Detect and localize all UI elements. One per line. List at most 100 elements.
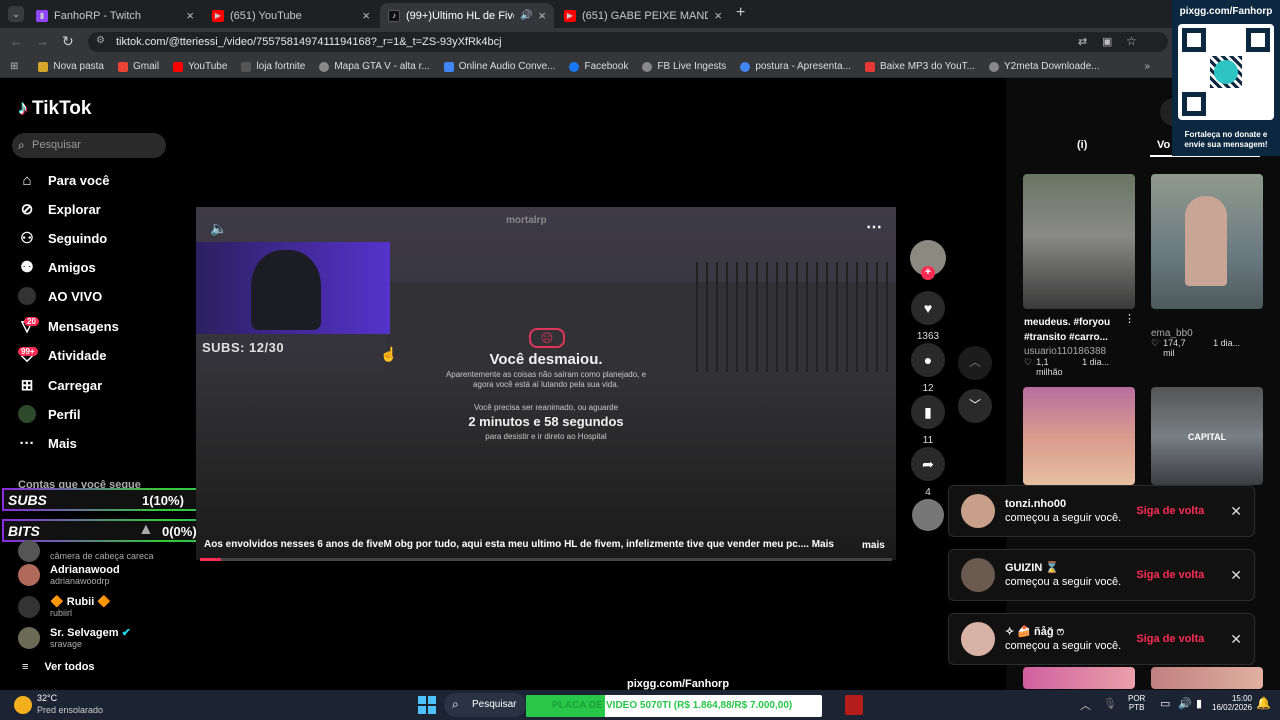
nav-profile[interactable]: Perfil [18, 405, 81, 423]
tab-youtube[interactable]: ▶ (651) YouTube × [204, 3, 378, 28]
death-text: Aparentemente as coisas não saíram como … [445, 370, 647, 379]
tab-youtube-2[interactable]: ▶ (651) GABE PEIXE MANDA A RE × [556, 3, 730, 28]
network-icon[interactable]: ▭ [1160, 697, 1170, 710]
video-thumbnail[interactable]: CAPITAL [1151, 387, 1263, 485]
battery-icon[interactable]: ▮ [1196, 697, 1202, 710]
followed-account[interactable]: 🔶 Rubii 🔶 rubiirl [18, 595, 111, 618]
bookmark[interactable]: Mapa GTA V - alta r... [319, 61, 430, 72]
follow-plus-icon[interactable]: + [921, 266, 935, 280]
follow-back-button[interactable]: Siga de volta [1136, 569, 1204, 581]
reload-icon[interactable]: ↻ [62, 33, 74, 50]
nav-live[interactable]: AO VIVO [18, 287, 102, 305]
taskbar-search[interactable]: ⌕ Pesquisar [444, 693, 526, 717]
next-video-button[interactable]: ﹀ [958, 389, 992, 423]
notification-bell-icon[interactable]: 🔔 [1256, 696, 1271, 710]
app-icon[interactable] [845, 695, 863, 715]
nav-upload[interactable]: ⊞ Carregar [18, 376, 103, 394]
bookmark-action[interactable]: ▮ 11 [910, 395, 946, 446]
search-input[interactable]: ⌕ Pesquisar [12, 133, 166, 158]
translate-icon[interactable]: ⇄ [1078, 35, 1087, 48]
address-bar[interactable]: ⚙ tiktok.com/@tteriessi_/video/755758149… [88, 32, 1168, 52]
speaker-icon[interactable]: 🔊 [520, 10, 532, 21]
tab-tiktok-active[interactable]: ♪ (99+)Último HL de FiveM a 🔊 × [380, 3, 554, 28]
account-name: Sr. Selvagem [50, 627, 119, 639]
apps-icon[interactable]: ⊞ [10, 61, 18, 72]
language-indicator[interactable]: POR PTB [1128, 694, 1145, 712]
follow-back-button[interactable]: Siga de volta [1136, 633, 1204, 645]
tab-search-button[interactable]: ⌄ [8, 6, 24, 22]
video-thumbnail[interactable] [1151, 667, 1263, 689]
youtube-icon: ▶ [212, 9, 224, 22]
close-icon[interactable]: × [538, 8, 546, 23]
install-icon[interactable]: ▣ [1102, 35, 1112, 48]
nav-more[interactable]: ··· Mais [18, 434, 77, 452]
chevron-up-icon[interactable]: ︿ [1080, 697, 1091, 713]
nav-label: Para você [48, 172, 110, 188]
nav-for-you[interactable]: ⌂ Para você [18, 171, 109, 189]
folder-icon [38, 61, 49, 72]
globe-icon [989, 61, 1000, 72]
site-info-icon[interactable]: ⚙ [96, 35, 105, 46]
video-progress-track[interactable] [200, 558, 892, 561]
bookmark[interactable]: Nova pasta [38, 61, 104, 72]
clock[interactable]: 15:00 16/02/2026 [1212, 694, 1252, 712]
bookmark[interactable]: YouTube [173, 61, 227, 72]
follow-back-button[interactable]: Siga de volta [1136, 505, 1204, 517]
forward-icon[interactable]: → [36, 34, 49, 49]
panel-tab-videos[interactable]: Vo [1157, 139, 1170, 151]
bookmark[interactable]: postura - Apresenta... [740, 61, 851, 72]
close-icon[interactable]: × [362, 8, 370, 23]
close-icon[interactable]: ✕ [1230, 567, 1242, 584]
bookmark[interactable]: Gmail [117, 61, 159, 72]
comment-action[interactable]: ● 12 [910, 343, 946, 394]
microphone-icon[interactable]: 🎙 [1103, 697, 1117, 710]
bookmark-label: loja fortnite [256, 61, 306, 72]
video-player[interactable]: SUBS: 12/30 mortalrp 🔈 ⋯ ☹ Você desmaiou… [196, 207, 896, 560]
close-icon[interactable]: × [186, 8, 194, 23]
nav-friends[interactable]: ⚉ Amigos [18, 258, 95, 276]
share-action[interactable]: ➦ 4 [910, 447, 946, 498]
like-action[interactable]: ♥ 1363 [910, 291, 946, 342]
bookmark[interactable]: Baixe MP3 do YouT... [864, 61, 975, 72]
more-bookmarks-icon[interactable]: » [1144, 61, 1150, 72]
video-thumbnail[interactable] [1151, 174, 1263, 309]
video-thumbnail[interactable] [1023, 667, 1135, 689]
nav-following[interactable]: ⚇ Seguindo [18, 229, 107, 247]
bookmark[interactable]: Online Audio Conve... [443, 61, 555, 72]
followed-account[interactable]: câmera de cabeça careca [18, 540, 154, 562]
windows-start-icon[interactable] [418, 696, 436, 714]
more-options-icon[interactable]: ⋯ [866, 217, 882, 237]
list-icon: ≡ [22, 661, 29, 673]
bookmark[interactable]: loja fortnite [241, 61, 305, 72]
followed-account[interactable]: Sr. Selvagem ✔ sravage [18, 626, 131, 649]
video-thumbnail[interactable] [1023, 387, 1135, 485]
close-icon[interactable]: × [714, 8, 722, 23]
taskbar-search-label: Pesquisar [472, 699, 517, 710]
notification-user: GUIZIN ⌛ [1005, 562, 1060, 574]
bookmark[interactable]: FB Live Ingests [642, 61, 726, 72]
bookmark[interactable]: Facebook [569, 61, 628, 72]
volume-icon[interactable]: 🔊 [1178, 697, 1192, 710]
panel-tab-info[interactable]: (i) [1077, 139, 1087, 151]
new-tab-button[interactable]: + [736, 4, 745, 22]
previous-video-button[interactable]: ︿ [958, 346, 992, 380]
bookmark[interactable]: Y2meta Downloade... [989, 61, 1100, 72]
tiktok-logo[interactable]: ♪ TikTok [18, 97, 91, 120]
star-icon[interactable]: ☆ [1126, 34, 1137, 48]
tab-twitch[interactable]: ▮ FanhoRP - Twitch × [28, 3, 202, 28]
more-options-icon[interactable]: ⋮ [1124, 312, 1135, 325]
back-icon[interactable]: ← [10, 34, 23, 49]
volume-icon[interactable]: 🔈 [210, 220, 227, 237]
caption-more-link[interactable]: mais [862, 540, 885, 551]
bookmark-label: YouTube [188, 61, 228, 72]
video-thumbnail[interactable] [1023, 174, 1135, 309]
donation-goal-text: VIDEO 5070TI (R$ 1.864,88/R$ 7.000,00) [606, 700, 793, 711]
followed-account[interactable]: Adrianawood adrianawoodrp [18, 564, 120, 586]
see-all-link[interactable]: ≡ Ver todos [22, 661, 95, 673]
nav-explore[interactable]: ⊘ Explorar [18, 200, 101, 218]
music-disc[interactable] [912, 499, 944, 531]
close-icon[interactable]: ✕ [1230, 503, 1242, 520]
compass-icon: ⊘ [20, 201, 34, 218]
qr-finder [1182, 92, 1206, 116]
close-icon[interactable]: ✕ [1230, 631, 1242, 648]
